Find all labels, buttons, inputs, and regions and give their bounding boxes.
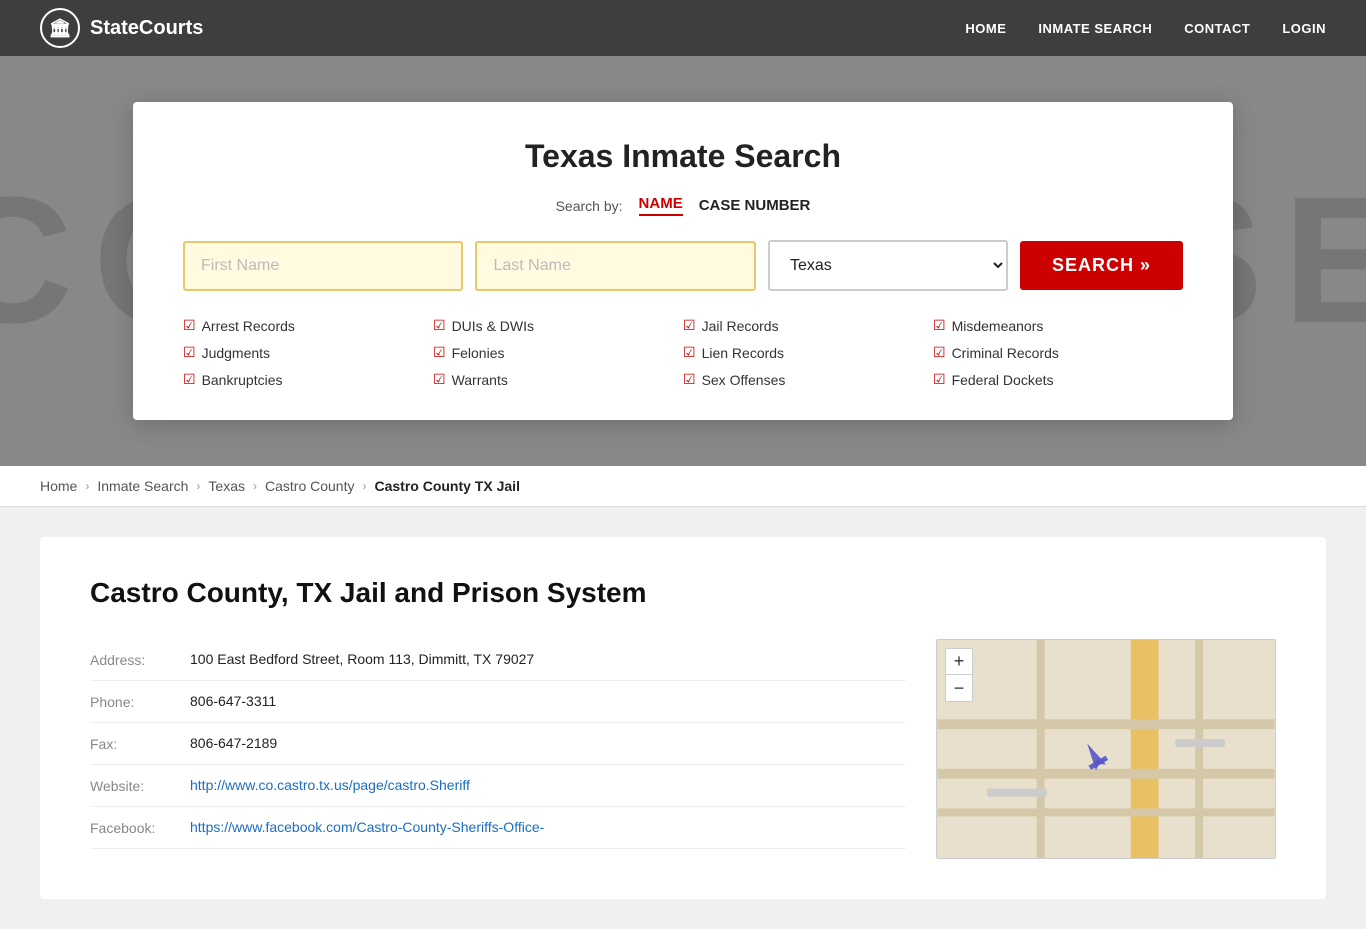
feature-label: Lien Records	[702, 345, 785, 361]
search-card: Texas Inmate Search Search by: NAME CASE…	[133, 102, 1233, 420]
features-grid: ☑ Arrest Records ☑ DUIs & DWIs ☑ Jail Records…	[183, 315, 1183, 390]
check-icon: ☑	[433, 317, 446, 334]
map-svg	[937, 640, 1275, 858]
feature-item: ☑ Warrants	[433, 369, 683, 390]
nav-inmate-search[interactable]: INMATE SEARCH	[1038, 21, 1152, 36]
breadcrumb-sep-1: ›	[85, 479, 89, 493]
feature-label: Federal Dockets	[952, 372, 1054, 388]
breadcrumb-current: Castro County TX Jail	[374, 478, 519, 494]
content-title: Castro County, TX Jail and Prison System	[90, 577, 1276, 609]
logo-icon: 🏛	[40, 8, 80, 48]
check-icon: ☑	[933, 371, 946, 388]
breadcrumb-inmate-search[interactable]: Inmate Search	[97, 478, 188, 494]
fax-value: 806-647-2189	[190, 735, 277, 751]
facebook-label: Facebook:	[90, 819, 170, 836]
facebook-row: Facebook: https://www.facebook.com/Castr…	[90, 807, 906, 849]
feature-item: ☑ Sex Offenses	[683, 369, 933, 390]
feature-item: ☑ Misdemeanors	[933, 315, 1183, 336]
feature-label: Arrest Records	[202, 318, 295, 334]
feature-label: Warrants	[452, 372, 508, 388]
search-inputs-row: Texas Alabama Alaska Arizona Arkansas Ca…	[183, 240, 1183, 291]
fax-label: Fax:	[90, 735, 170, 752]
check-icon: ☑	[183, 317, 196, 334]
website-link[interactable]: http://www.co.castro.tx.us/page/castro.S…	[190, 777, 470, 793]
search-button[interactable]: SEARCH »	[1020, 241, 1183, 290]
check-icon: ☑	[683, 344, 696, 361]
map-container: + −	[936, 639, 1276, 859]
facebook-link[interactable]: https://www.facebook.com/Castro-County-S…	[190, 819, 544, 835]
website-label: Website:	[90, 777, 170, 794]
check-icon: ☑	[433, 371, 446, 388]
feature-item: ☑ Judgments	[183, 342, 433, 363]
hero-section: COURTHOUSE Texas Inmate Search Search by…	[0, 56, 1366, 466]
logo-area: 🏛 StateCourts	[40, 8, 203, 48]
phone-label: Phone:	[90, 693, 170, 710]
feature-label: Sex Offenses	[702, 372, 786, 388]
check-icon: ☑	[683, 317, 696, 334]
feature-item: ☑ DUIs & DWIs	[433, 315, 683, 336]
feature-label: Misdemeanors	[952, 318, 1044, 334]
feature-label: Bankruptcies	[202, 372, 283, 388]
check-icon: ☑	[183, 371, 196, 388]
feature-label: Felonies	[452, 345, 505, 361]
check-icon: ☑	[683, 371, 696, 388]
nav-home[interactable]: HOME	[965, 21, 1006, 36]
main-nav: HOME INMATE SEARCH CONTACT LOGIN	[965, 21, 1326, 36]
feature-item: ☑ Bankruptcies	[183, 369, 433, 390]
tab-case-number[interactable]: CASE NUMBER	[699, 197, 811, 214]
breadcrumb-sep-4: ›	[362, 479, 366, 493]
nav-contact[interactable]: CONTACT	[1184, 21, 1250, 36]
feature-item: ☑ Jail Records	[683, 315, 933, 336]
nav-login[interactable]: LOGIN	[1282, 21, 1326, 36]
search-by-label: Search by:	[556, 198, 623, 214]
check-icon: ☑	[183, 344, 196, 361]
phone-value: 806-647-3311	[190, 693, 276, 709]
search-title: Texas Inmate Search	[183, 138, 1183, 175]
address-label: Address:	[90, 651, 170, 668]
check-icon: ☑	[933, 317, 946, 334]
breadcrumb: Home › Inmate Search › Texas › Castro Co…	[0, 466, 1366, 507]
map-zoom-in[interactable]: +	[946, 649, 972, 675]
info-table: Address: 100 East Bedford Street, Room 1…	[90, 639, 906, 859]
feature-label: Judgments	[202, 345, 270, 361]
state-select[interactable]: Texas Alabama Alaska Arizona Arkansas Ca…	[768, 240, 1008, 291]
last-name-input[interactable]	[475, 241, 755, 291]
breadcrumb-castro-county[interactable]: Castro County	[265, 478, 354, 494]
breadcrumb-sep-2: ›	[196, 479, 200, 493]
fax-row: Fax: 806-647-2189	[90, 723, 906, 765]
feature-item: ☑ Arrest Records	[183, 315, 433, 336]
search-by-row: Search by: NAME CASE NUMBER	[183, 195, 1183, 216]
first-name-input[interactable]	[183, 241, 463, 291]
website-row: Website: http://www.co.castro.tx.us/page…	[90, 765, 906, 807]
breadcrumb-sep-3: ›	[253, 479, 257, 493]
feature-item: ☑ Criminal Records	[933, 342, 1183, 363]
content-area: Castro County, TX Jail and Prison System…	[0, 507, 1366, 929]
address-value: 100 East Bedford Street, Room 113, Dimmi…	[190, 651, 534, 667]
feature-label: Jail Records	[702, 318, 779, 334]
info-section: Address: 100 East Bedford Street, Room 1…	[90, 639, 1276, 859]
check-icon: ☑	[933, 344, 946, 361]
site-header: 🏛 StateCourts HOME INMATE SEARCH CONTACT…	[0, 0, 1366, 56]
address-row: Address: 100 East Bedford Street, Room 1…	[90, 639, 906, 681]
breadcrumb-home[interactable]: Home	[40, 478, 77, 494]
feature-item: ☑ Federal Dockets	[933, 369, 1183, 390]
site-name: StateCourts	[90, 17, 203, 40]
feature-label: DUIs & DWIs	[452, 318, 534, 334]
website-value: http://www.co.castro.tx.us/page/castro.S…	[190, 777, 470, 793]
facebook-value: https://www.facebook.com/Castro-County-S…	[190, 819, 544, 835]
content-card: Castro County, TX Jail and Prison System…	[40, 537, 1326, 899]
map-zoom-out[interactable]: −	[946, 675, 972, 701]
feature-item: ☑ Felonies	[433, 342, 683, 363]
tab-name[interactable]: NAME	[639, 195, 683, 216]
map-controls: + −	[945, 648, 973, 702]
breadcrumb-texas[interactable]: Texas	[208, 478, 245, 494]
check-icon: ☑	[433, 344, 446, 361]
feature-label: Criminal Records	[952, 345, 1059, 361]
phone-row: Phone: 806-647-3311	[90, 681, 906, 723]
feature-item: ☑ Lien Records	[683, 342, 933, 363]
